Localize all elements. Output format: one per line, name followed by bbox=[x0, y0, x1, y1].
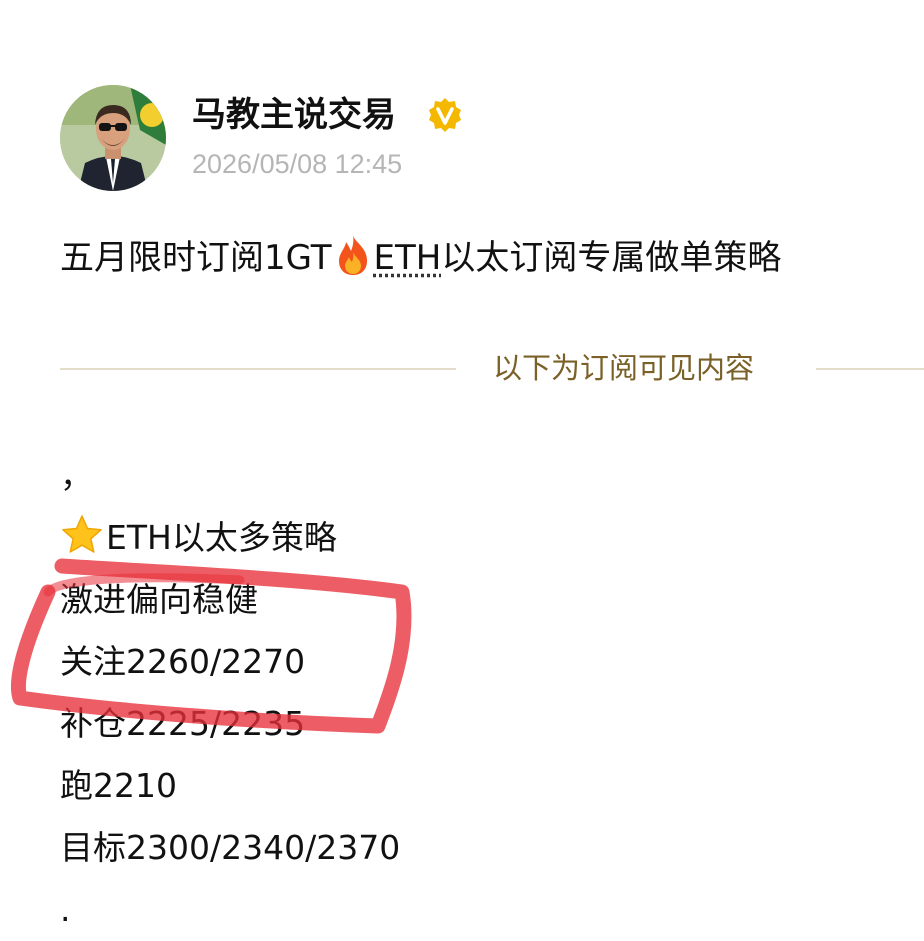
subscription-divider: 以下为订阅可见内容 bbox=[60, 345, 924, 395]
content-line: 激进偏向稳健 bbox=[60, 569, 400, 631]
subscription-divider-label: 以下为订阅可见内容 bbox=[493, 348, 754, 388]
content-line: 补仓2225/2235 bbox=[60, 693, 400, 755]
content-line: 目标2300/2340/2370 bbox=[60, 817, 400, 879]
content-line: 关注2260/2270 bbox=[60, 631, 400, 693]
content-line: ETH以太多策略 bbox=[60, 507, 400, 569]
star-icon bbox=[60, 513, 104, 557]
content-line: . bbox=[60, 879, 400, 941]
fire-icon bbox=[333, 234, 373, 276]
post-title-suffix: 以太订阅专属做单策略 bbox=[441, 238, 781, 278]
divider-line-left bbox=[60, 368, 456, 370]
author-name[interactable]: 马教主说交易 bbox=[192, 93, 396, 137]
divider-line-right bbox=[816, 368, 924, 370]
author-avatar[interactable] bbox=[60, 85, 166, 191]
post-content: ， ETH以太多策略 激进偏向稳健 关注2260/2270 补仓2225/223… bbox=[60, 445, 400, 941]
post-title-prefix: 五月限时订阅1GT bbox=[60, 238, 332, 278]
content-line-text: ETH以太多策略 bbox=[106, 518, 337, 557]
avatar-image bbox=[60, 85, 166, 191]
verified-badge-icon bbox=[427, 97, 463, 133]
eth-link[interactable]: ETH bbox=[374, 238, 442, 278]
content-line: 跑2210 bbox=[60, 755, 400, 817]
post-title: 五月限时订阅1GT ETH以太订阅专属做单策略 bbox=[60, 234, 781, 282]
content-line: ， bbox=[60, 445, 400, 507]
post-timestamp: 2026/05/08 12:45 bbox=[192, 146, 402, 182]
